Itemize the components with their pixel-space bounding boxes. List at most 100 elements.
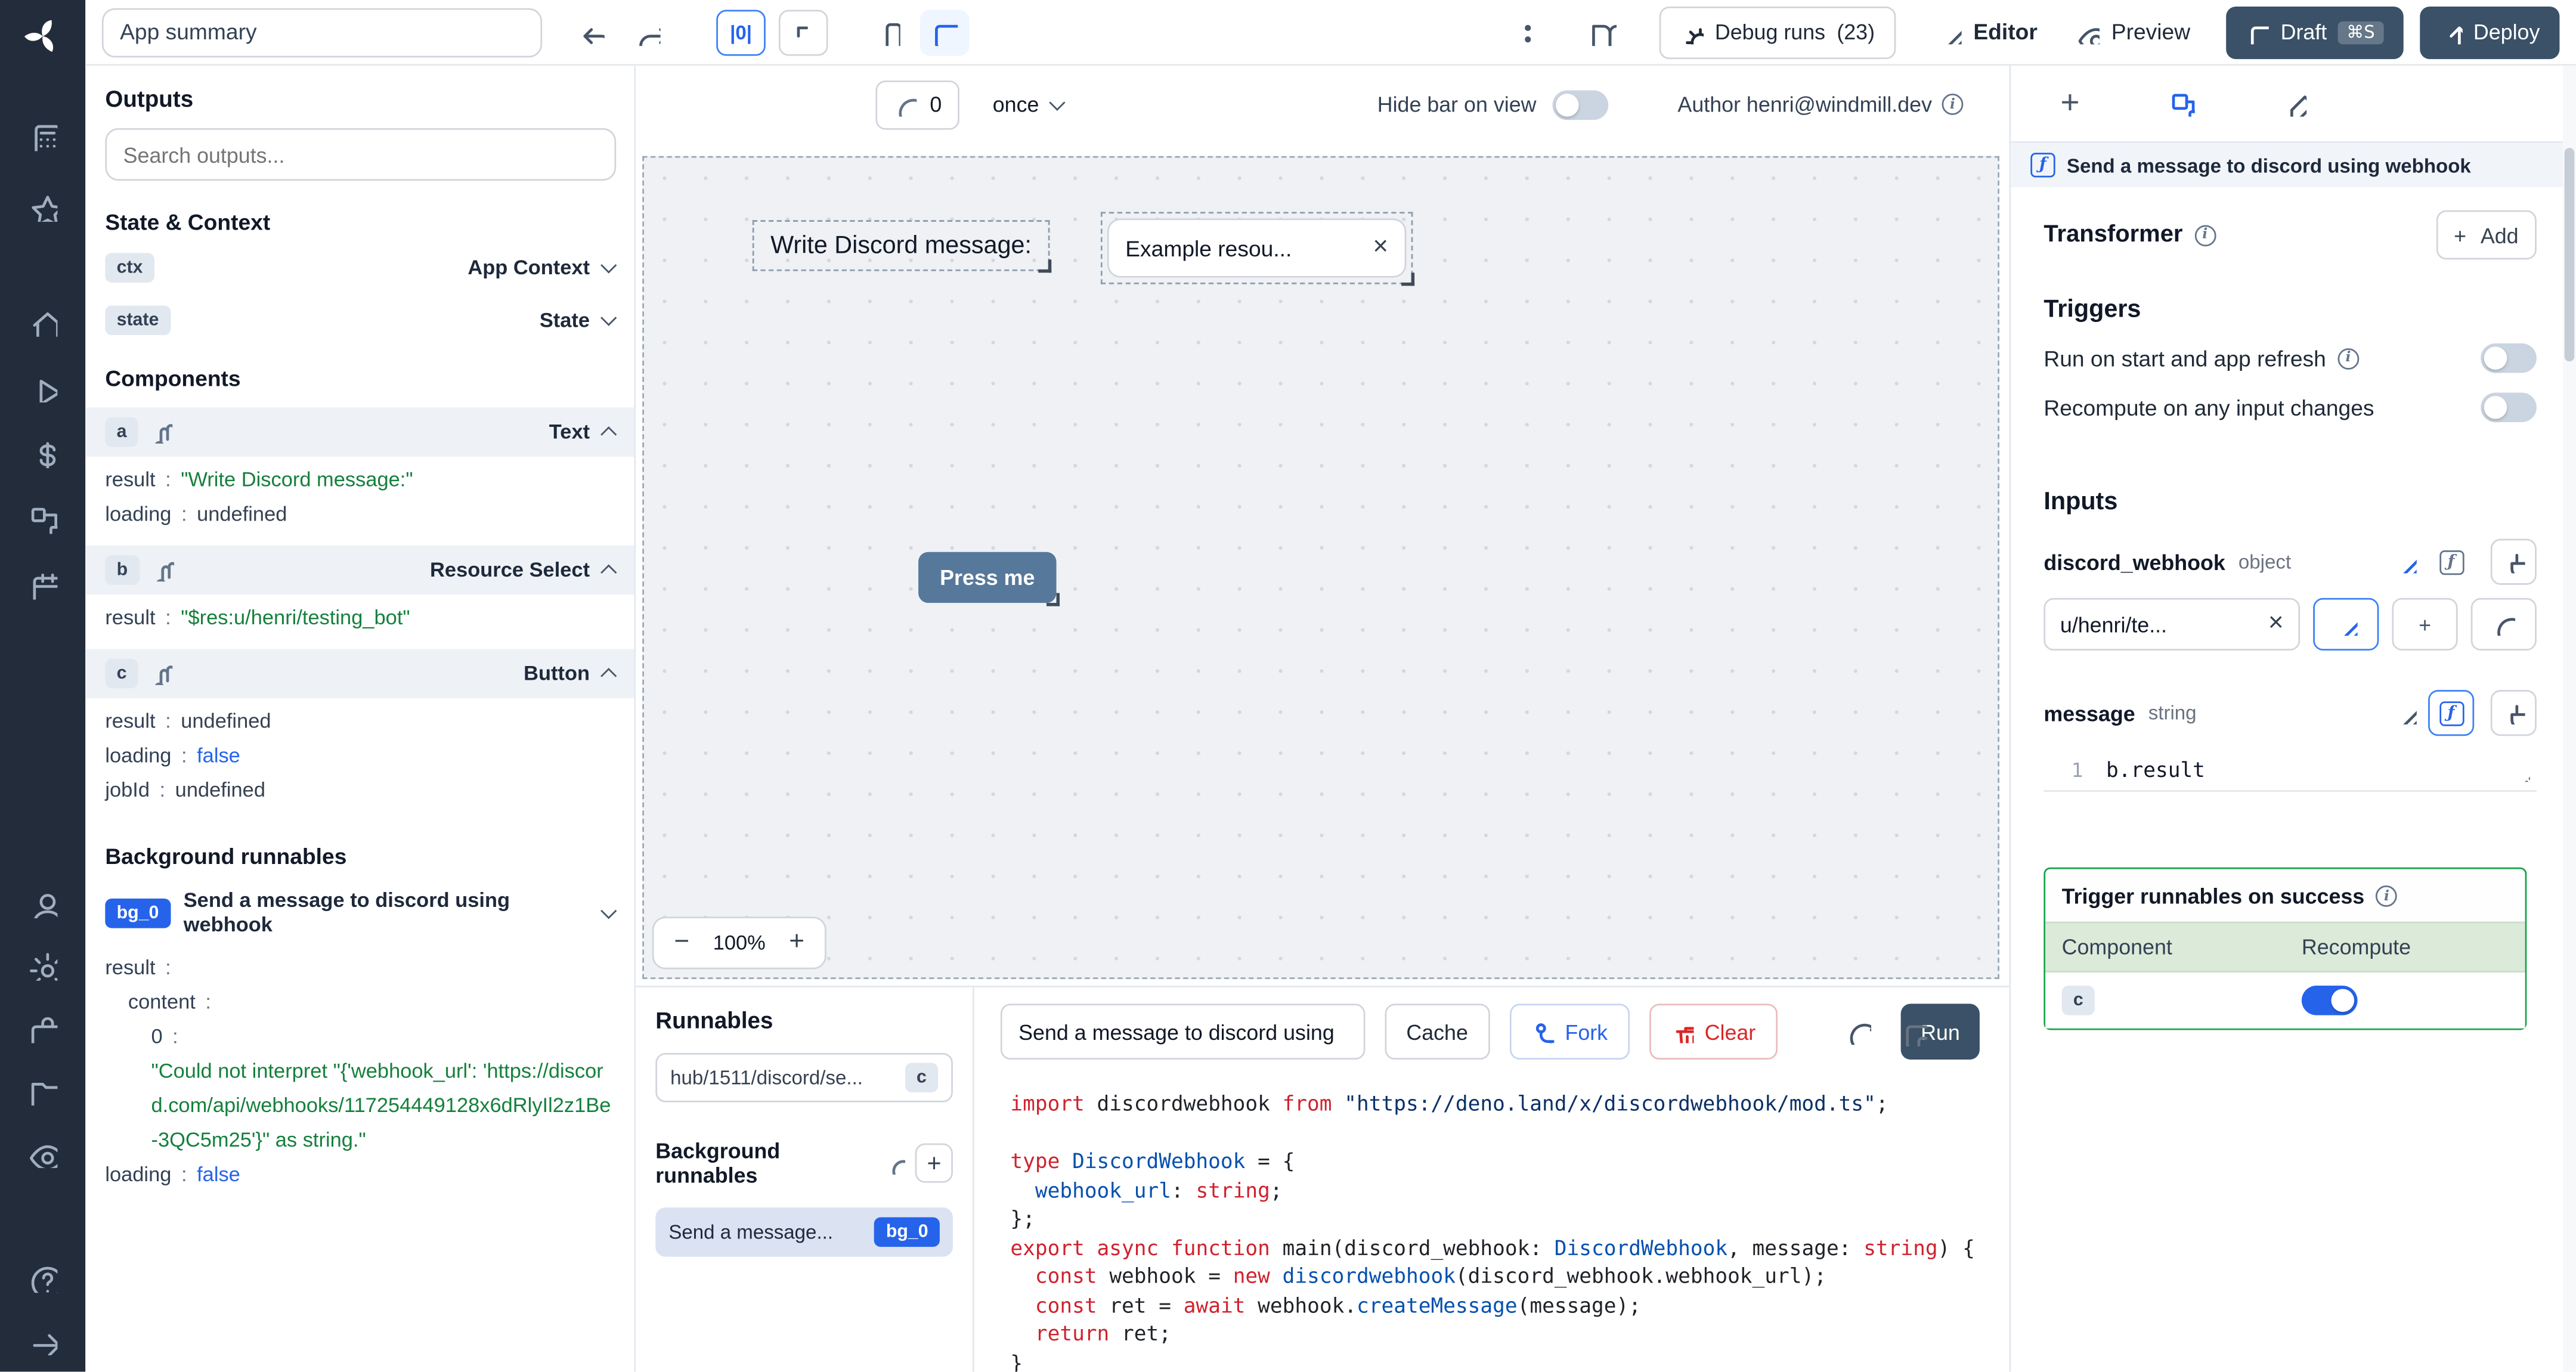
connect-plug-icon[interactable] <box>2490 538 2537 585</box>
clear-selection-icon[interactable]: × <box>1373 234 1388 261</box>
clear-button[interactable]: Clear <box>1648 1004 1778 1060</box>
resource-select-component[interactable]: Example resou... × <box>1100 212 1415 286</box>
hide-bar-toggle[interactable] <box>1553 89 1609 119</box>
component-a-header[interactable]: a Text <box>85 407 634 457</box>
favorites-star-icon[interactable] <box>0 176 85 239</box>
resize-handle[interactable] <box>1401 272 1415 286</box>
bottom-panel: Runnables hub/1511/discord/se... c Backg… <box>636 986 2010 1372</box>
info-icon[interactable]: i <box>2194 224 2216 246</box>
add-resource-button[interactable]: + <box>2392 597 2458 651</box>
refresh-icon[interactable] <box>1835 1009 1881 1055</box>
expression-code[interactable]: b.result <box>2106 757 2205 782</box>
add-background-runnable-button[interactable]: + <box>915 1143 953 1183</box>
fullscreen-icon[interactable] <box>778 9 828 55</box>
scrollbar-thumb[interactable] <box>2564 147 2575 362</box>
debug-runs-button[interactable]: Debug runs (23) <box>1659 5 1896 58</box>
button-component[interactable]: Press me <box>918 552 1060 606</box>
outputs-title: Outputs <box>105 85 194 112</box>
resize-handle[interactable] <box>1038 259 1052 273</box>
search-icon[interactable] <box>886 1153 906 1174</box>
search-outputs-input[interactable] <box>105 128 617 181</box>
apps-icon[interactable] <box>0 105 85 168</box>
docs-book-icon[interactable] <box>1580 9 1626 55</box>
folders-icon[interactable] <box>0 1060 85 1122</box>
deploy-button[interactable]: Deploy <box>2419 5 2560 58</box>
audit-eye-icon[interactable] <box>0 1122 85 1185</box>
eval-input-function-icon[interactable]: ƒ <box>2428 538 2475 585</box>
variables-dollar-icon[interactable] <box>0 422 85 485</box>
fork-button[interactable]: Fork <box>1509 1004 1629 1060</box>
info-icon[interactable]: i <box>2376 885 2398 907</box>
canvas-toolbar: 0 once Hide bar on view Author henri@win… <box>636 66 2009 143</box>
hub-runnable-item[interactable]: hub/1511/discord/se... c <box>655 1053 953 1102</box>
workers-toolbox-icon[interactable] <box>0 997 85 1060</box>
mobile-view-icon[interactable] <box>864 9 910 55</box>
collapse-sidebar-arrow-icon[interactable] <box>0 1309 85 1372</box>
resources-icon[interactable] <box>0 488 85 550</box>
redo-icon[interactable] <box>624 9 670 55</box>
chevron-down-icon[interactable] <box>600 903 617 919</box>
undo-icon[interactable] <box>568 9 614 55</box>
add-transformer-button[interactable]: + Add <box>2435 210 2537 260</box>
info-icon[interactable]: i <box>1942 94 1964 115</box>
styling-brush-tab[interactable] <box>2274 84 2313 123</box>
background-runnable-header[interactable]: bg_0 Send a message to discord using web… <box>85 875 634 944</box>
app-canvas[interactable]: Write Discord message: Example resou... … <box>642 156 1999 980</box>
edit-resource-pencil-button[interactable] <box>2313 597 2379 651</box>
copy-icon[interactable] <box>1904 1023 1939 1058</box>
eval-input-function-icon[interactable]: ƒ <box>2428 690 2475 736</box>
state-row[interactable]: state State <box>85 294 634 346</box>
home-icon[interactable] <box>0 291 85 354</box>
outputs-panel: Outputs State & Context ctx App Context … <box>85 66 636 1372</box>
refresh-resource-button[interactable] <box>2470 597 2537 651</box>
chevron-down-icon[interactable] <box>600 257 617 274</box>
static-input-pencil-icon[interactable] <box>2382 690 2429 736</box>
settings-gear-icon[interactable] <box>0 935 85 998</box>
page-scrollbar[interactable] <box>2562 66 2576 1372</box>
static-input-pencil-icon[interactable] <box>2382 538 2429 585</box>
more-menu-kebab-icon[interactable] <box>1498 9 1544 55</box>
user-icon[interactable] <box>0 872 85 935</box>
refresh-count-button[interactable]: 0 <box>875 79 960 129</box>
frequency-dropdown[interactable]: once <box>993 92 1066 117</box>
zoom-out-button[interactable]: − <box>661 922 704 965</box>
schedules-calendar-icon[interactable] <box>0 553 85 616</box>
expression-editor[interactable]: 1 b.result <box>2044 749 2543 795</box>
selected-background-runnable[interactable]: Send a message... bg_0 <box>655 1207 953 1257</box>
connect-plug-icon[interactable] <box>2490 690 2537 736</box>
component-c-header[interactable]: c Button <box>85 649 634 698</box>
chevron-down-icon[interactable] <box>600 309 617 326</box>
resize-handle[interactable] <box>1046 593 1060 606</box>
zoom-in-button[interactable]: + <box>775 922 818 965</box>
expand-editor-icon[interactable] <box>2509 761 2543 795</box>
desktop-view-icon[interactable] <box>919 9 970 55</box>
align-components-button[interactable]: |0| <box>716 9 766 55</box>
windmill-logo-icon[interactable] <box>0 0 85 72</box>
component-settings-panel: + ƒ Send a message to discord using webh… <box>2009 66 2563 1372</box>
help-icon[interactable] <box>0 1247 85 1309</box>
app-summary-input[interactable] <box>101 7 543 57</box>
chevron-up-icon[interactable] <box>600 668 617 685</box>
clear-resource-icon[interactable]: × <box>2268 611 2284 637</box>
script-name-input[interactable]: Send a message to discord using <box>1000 1004 1366 1060</box>
text-component[interactable]: Write Discord message: <box>752 220 1052 273</box>
component-b-header[interactable]: b Resource Select <box>85 545 634 595</box>
line-number: 1 <box>2071 758 2083 782</box>
cache-button[interactable]: Cache <box>1385 1004 1490 1060</box>
draft-button[interactable]: Draft ⌘S <box>2226 5 2403 58</box>
runs-play-icon[interactable] <box>0 357 85 419</box>
resource-value-input[interactable]: u/henri/te... × <box>2044 597 2301 651</box>
recompute-toggle[interactable] <box>2481 392 2537 423</box>
info-icon[interactable]: i <box>2337 347 2359 369</box>
recompute-c-toggle[interactable] <box>2301 986 2358 1015</box>
chevron-up-icon[interactable] <box>600 564 617 581</box>
insert-component-tab[interactable]: + <box>2050 84 2089 123</box>
chevron-up-icon[interactable] <box>600 426 617 443</box>
tab-preview[interactable]: Preview <box>2077 20 2190 44</box>
component-settings-tab[interactable] <box>2162 84 2202 123</box>
run-on-start-toggle[interactable] <box>2481 343 2537 373</box>
ctx-row[interactable]: ctx App Context <box>85 241 634 294</box>
tab-editor[interactable]: Editor <box>1939 20 2038 44</box>
code-editor[interactable]: import discordwebhook from "https://deno… <box>974 1073 2010 1371</box>
state-badge: state <box>105 305 171 336</box>
